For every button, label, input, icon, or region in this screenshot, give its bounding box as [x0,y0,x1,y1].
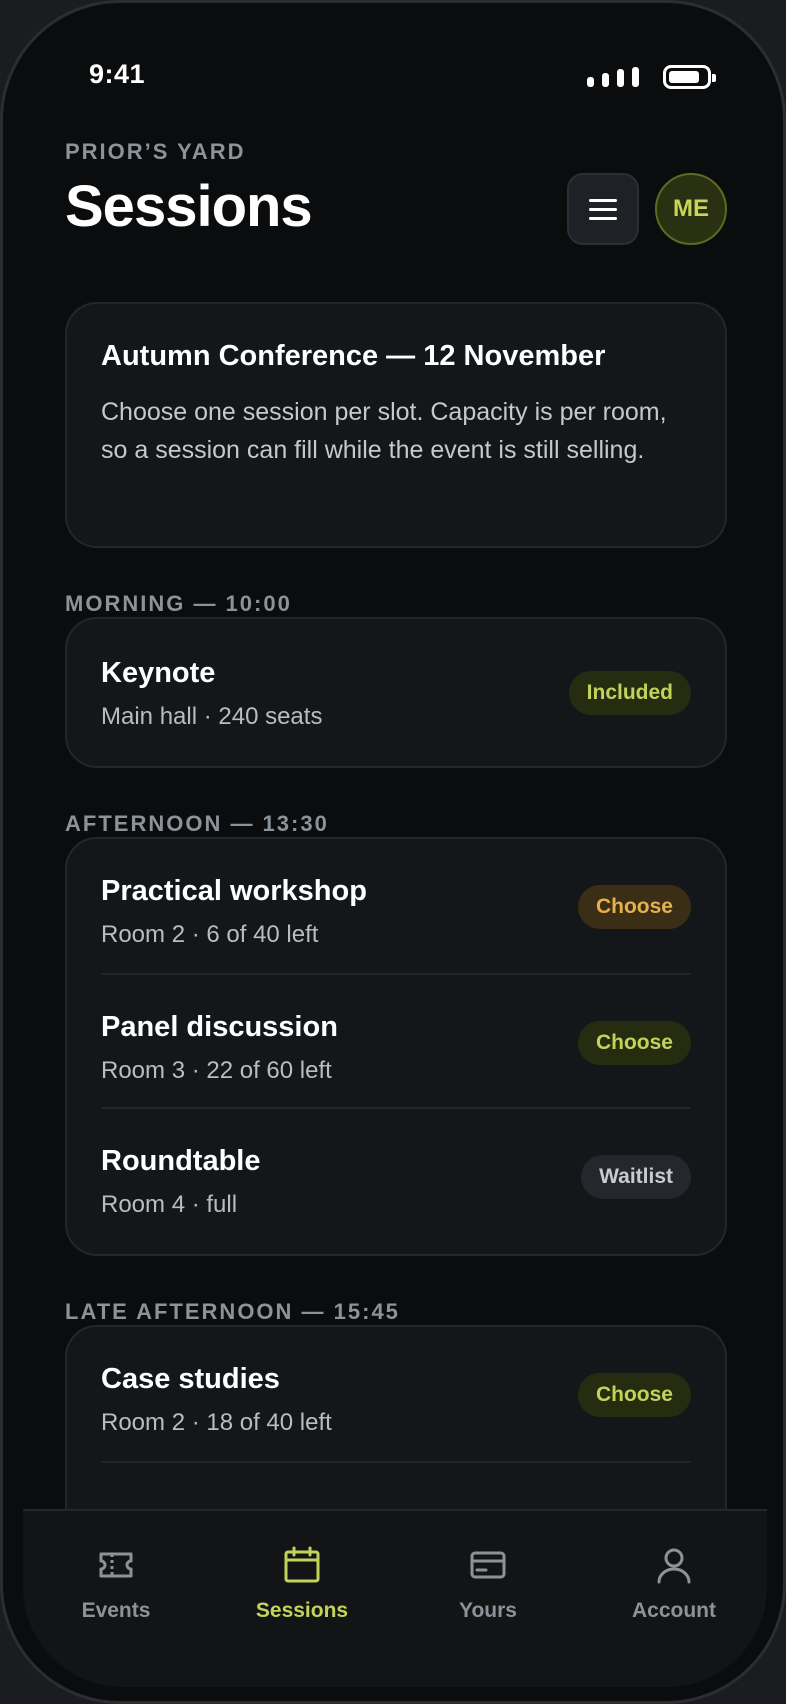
section-label-late-afternoon: LATE AFTERNOON — 15:45 [65,1299,400,1324]
tab-sessions[interactable]: Sessions [209,1511,395,1687]
session-title: Practical workshop [101,875,367,907]
venue-overline: PRIOR’S YARD [65,139,246,164]
avatar[interactable]: ME [655,173,727,245]
session-card-afternoon: Practical workshop Room 2 · 6 of 40 left… [65,837,727,1256]
page-header: PRIOR’S YARD Sessions ME [65,139,729,249]
session-subtitle: Room 2 · 6 of 40 left [101,921,319,948]
session-title: Case studies [101,1363,280,1395]
bottom-tab-bar: Events Sessions Yours Account [23,1509,767,1687]
section-label-morning: MORNING — 10:00 [65,591,292,616]
session-row-roundtable[interactable]: Roundtable Room 4 · full Waitlist [101,1107,691,1241]
ticket-icon [99,1552,133,1578]
event-title: Autumn Conference — 12 November [101,340,606,372]
session-title: Panel discussion [101,1011,338,1043]
tab-label: Account [632,1599,716,1622]
included-badge: Included [568,671,691,715]
card-icon [470,1551,506,1579]
waitlist-button[interactable]: Waitlist [581,1155,691,1199]
session-row-panel[interactable]: Panel discussion Room 3 · 22 of 60 left … [101,973,691,1107]
event-intro-card: Autumn Conference — 12 November Choose o… [65,302,727,548]
tab-label: Events [81,1599,151,1622]
person-icon [657,1548,691,1584]
phone-frame: 9:41 PRIOR’S YARD Sessions ME Autumn Con… [0,0,786,1704]
session-subtitle: Main hall · 240 seats [101,703,323,730]
session-subtitle: Room 4 · full [101,1191,238,1218]
tab-label: Sessions [255,1599,349,1622]
section-label-afternoon: AFTERNOON — 13:30 [65,811,329,836]
session-row-workshop[interactable]: Practical workshop Room 2 · 6 of 40 left… [101,839,691,973]
session-title: Keynote [101,657,216,689]
session-subtitle: Room 2 · 18 of 40 left [101,1409,332,1436]
session-card-morning: Keynote Main hall · 240 seats Included [65,617,727,768]
menu-button[interactable] [567,173,639,245]
choose-button[interactable]: Choose [577,885,691,929]
battery-icon [663,65,716,89]
tab-account[interactable]: Account [581,1511,767,1687]
session-title: Roundtable [101,1145,261,1177]
session-subtitle: Room 3 · 22 of 60 left [101,1057,332,1084]
tab-yours[interactable]: Yours [395,1511,581,1687]
hamburger-icon-line [589,216,617,220]
tab-label: Yours [459,1599,517,1622]
hamburger-icon-line [589,207,617,211]
status-time: 9:41 [89,59,146,89]
session-row-keynote[interactable]: Keynote Main hall · 240 seats Included [101,619,691,766]
choose-button[interactable]: Choose [577,1021,691,1065]
signal-icon [587,67,639,87]
tab-events[interactable]: Events [23,1511,209,1687]
event-description: Choose one session per slot. Capacity is… [101,398,667,464]
hamburger-icon-line [589,198,617,202]
status-bar: 9:41 [3,3,783,143]
session-row-case-studies[interactable]: Case studies Room 2 · 18 of 40 left Choo… [101,1327,691,1461]
choose-button[interactable]: Choose [577,1373,691,1417]
calendar-icon [284,1546,320,1583]
